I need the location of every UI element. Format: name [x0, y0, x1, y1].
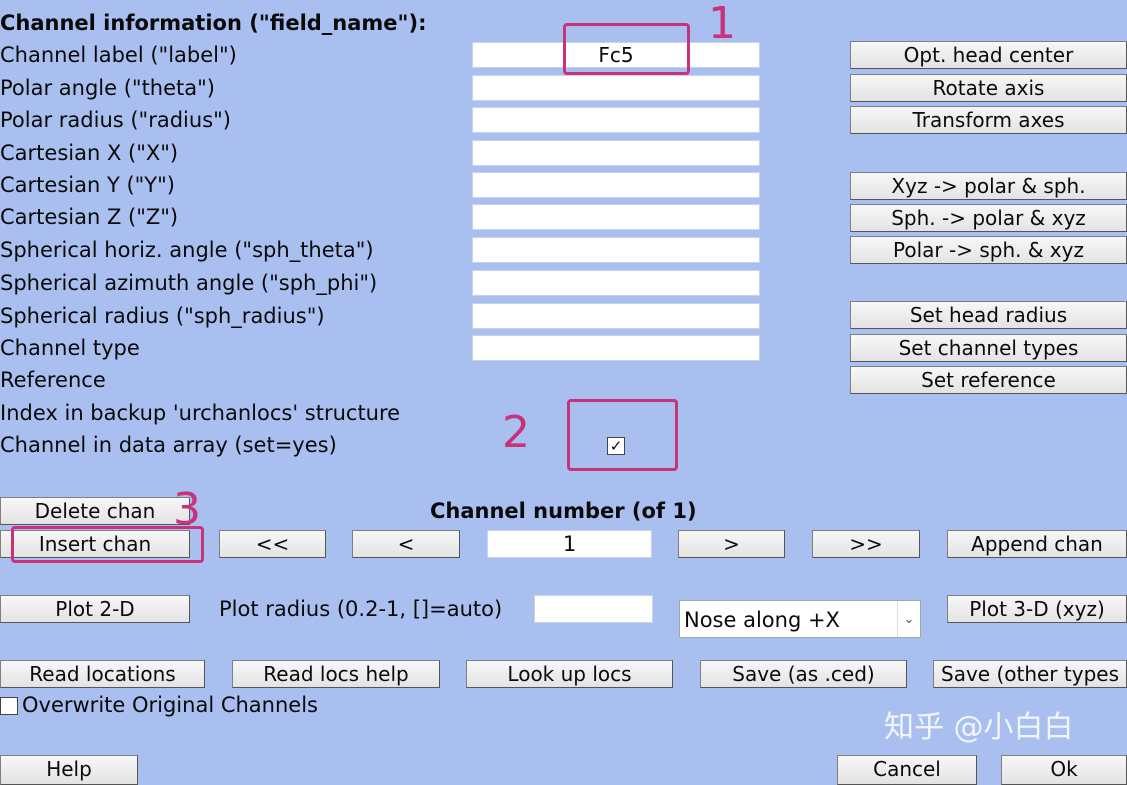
annotation-box-1 [563, 23, 690, 75]
label-reference: Reference [0, 368, 106, 392]
set-channel-types-button[interactable]: Set channel types [850, 334, 1127, 362]
label-polar-radius: Polar radius ("radius") [0, 108, 231, 132]
help-button[interactable]: Help [0, 755, 138, 785]
label-channel-label: Channel label ("label") [0, 43, 237, 67]
sph-theta-input[interactable] [472, 237, 760, 263]
channel-number-label: Channel number (of 1) [430, 499, 697, 523]
save-other-button[interactable]: Save (other types [933, 660, 1127, 688]
annotation-number-1: 1 [708, 0, 736, 49]
save-ced-button[interactable]: Save (as .ced) [700, 660, 907, 688]
cartesian-x-input[interactable] [472, 140, 760, 166]
label-cartesian-z: Cartesian Z ("Z") [0, 205, 179, 229]
label-sph-theta: Spherical horiz. angle ("sph_theta") [0, 238, 374, 262]
overwrite-label: Overwrite Original Channels [22, 693, 318, 717]
next-channel-button[interactable]: > [678, 530, 785, 558]
sph-radius-input[interactable] [472, 303, 760, 329]
cancel-button[interactable]: Cancel [837, 755, 977, 785]
transform-axes-button[interactable]: Transform axes [850, 106, 1127, 134]
plot-radius-label: Plot radius (0.2-1, []=auto) [219, 597, 503, 621]
read-locations-button[interactable]: Read locations [0, 660, 205, 688]
plot-3d-button[interactable]: Plot 3-D (xyz) [947, 595, 1127, 623]
rotate-axis-button[interactable]: Rotate axis [850, 74, 1127, 102]
watermark-text: 知乎 @小白白 [884, 710, 1074, 745]
channel-number-input[interactable]: 1 [487, 530, 652, 558]
opt-head-center-button[interactable]: Opt. head center [850, 41, 1127, 69]
label-urchan-index: Index in backup 'urchanlocs' structure [0, 401, 401, 425]
label-channel-type: Channel type [0, 336, 140, 360]
sph-phi-input[interactable] [472, 270, 760, 296]
cartesian-y-input[interactable] [472, 172, 760, 198]
look-up-locs-button[interactable]: Look up locs [466, 660, 673, 688]
nose-direction-value: Nose along +X [684, 608, 840, 632]
chevron-down-icon: ⌄ [897, 601, 920, 637]
first-channel-button[interactable]: << [219, 530, 326, 558]
plot-2d-button[interactable]: Plot 2-D [0, 595, 190, 623]
label-data-array: Channel in data array (set=yes) [0, 433, 337, 457]
set-head-radius-button[interactable]: Set head radius [850, 301, 1127, 329]
annotation-box-2 [567, 399, 678, 471]
plot-radius-input[interactable] [534, 595, 653, 623]
polar-angle-input[interactable] [472, 75, 760, 101]
section-heading: Channel information ("field_name"): [0, 11, 427, 35]
polar-to-sph-button[interactable]: Polar -> sph. & xyz [850, 236, 1127, 264]
sph-to-polar-button[interactable]: Sph. -> polar & xyz [850, 204, 1127, 232]
label-sph-radius: Spherical radius ("sph_radius") [0, 304, 325, 328]
read-locs-help-button[interactable]: Read locs help [232, 660, 440, 688]
cartesian-z-input[interactable] [472, 204, 760, 230]
append-chan-button[interactable]: Append chan [947, 530, 1127, 558]
prev-channel-button[interactable]: < [352, 530, 460, 558]
annotation-number-2: 2 [502, 407, 530, 458]
label-polar-angle: Polar angle ("theta") [0, 76, 215, 100]
last-channel-button[interactable]: >> [812, 530, 920, 558]
annotation-number-3: 3 [173, 484, 201, 535]
channel-type-input[interactable] [472, 335, 760, 361]
set-reference-button[interactable]: Set reference [850, 366, 1127, 394]
ok-button[interactable]: Ok [1001, 755, 1127, 785]
xyz-to-polar-button[interactable]: Xyz -> polar & sph. [850, 172, 1127, 200]
label-cartesian-y: Cartesian Y ("Y") [0, 173, 175, 197]
label-cartesian-x: Cartesian X ("X") [0, 141, 179, 165]
overwrite-checkbox[interactable] [0, 697, 18, 715]
delete-chan-button[interactable]: Delete chan [0, 497, 190, 525]
polar-radius-input[interactable] [472, 107, 760, 133]
label-sph-phi: Spherical azimuth angle ("sph_phi") [0, 271, 378, 295]
nose-direction-select[interactable]: Nose along +X ⌄ [679, 600, 921, 638]
